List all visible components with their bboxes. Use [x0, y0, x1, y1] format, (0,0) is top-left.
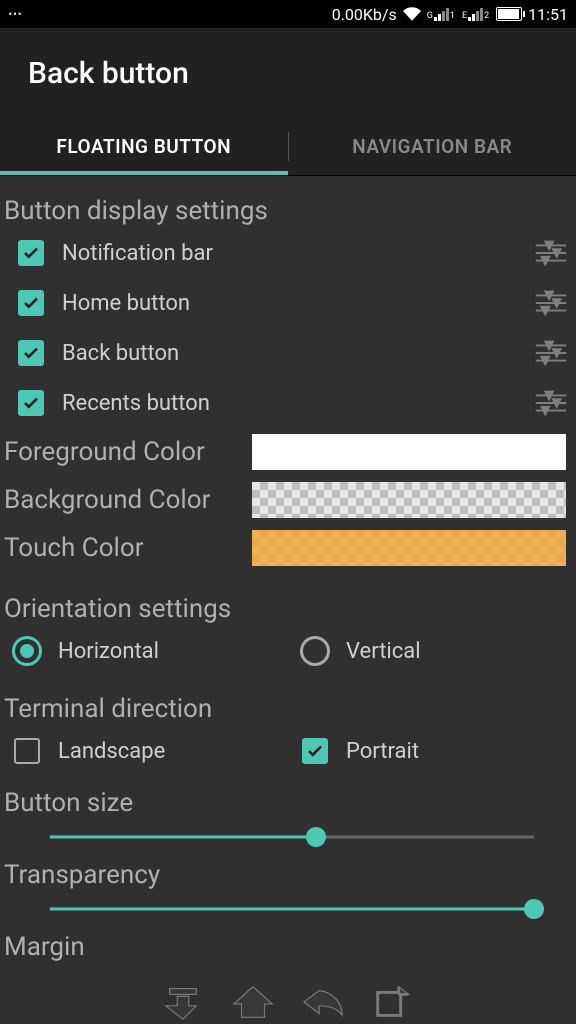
tab-navigation-bar[interactable]: NAVIGATION BAR: [289, 118, 576, 175]
row-back-button[interactable]: Back button: [0, 328, 576, 378]
sim1-net-label: G: [427, 11, 433, 21]
section-transparency: Transparency: [4, 860, 572, 890]
battery-icon: [496, 7, 522, 21]
clock: 11:51: [528, 5, 568, 24]
radio-row-vertical[interactable]: Vertical: [288, 626, 576, 676]
checkbox-home-button[interactable]: [18, 290, 44, 316]
radio-label: Horizontal: [58, 639, 159, 664]
nav-back-button[interactable]: [293, 982, 353, 1022]
section-margin: Margin: [4, 932, 572, 962]
radio-label: Vertical: [346, 639, 421, 664]
radio-row-horizontal[interactable]: Horizontal: [0, 626, 288, 676]
row-touch-color[interactable]: Touch Color: [0, 524, 576, 572]
sim1-signal-icon: [434, 7, 449, 21]
row-label: Back button: [62, 341, 179, 366]
network-speed: 0.00Kb/s: [332, 5, 397, 24]
radio-horizontal[interactable]: [12, 636, 42, 666]
checkbox-back-button[interactable]: [18, 340, 44, 366]
sim2-sub: 2: [484, 11, 489, 21]
tab-floating-button[interactable]: FLOATING BUTTON: [0, 118, 288, 175]
nav-recents-button[interactable]: [363, 982, 423, 1022]
row-label: Portrait: [346, 739, 419, 764]
check-row-portrait[interactable]: Portrait: [288, 726, 576, 776]
overflow-dots-icon: ⋯: [8, 6, 23, 22]
sliders-icon[interactable]: [532, 337, 570, 369]
tab-bar: FLOATING BUTTON NAVIGATION BAR: [0, 118, 576, 176]
check-row-landscape[interactable]: Landscape: [0, 726, 288, 776]
row-home-button[interactable]: Home button: [0, 278, 576, 328]
settings-content[interactable]: Button display settings Notification bar…: [0, 176, 576, 1024]
sim1-sub: 1: [450, 11, 455, 21]
color-label: Touch Color: [4, 533, 252, 563]
row-recents-button[interactable]: Recents button: [0, 378, 576, 428]
row-label: Recents button: [62, 391, 210, 416]
section-button-display: Button display settings: [0, 192, 576, 228]
background-color-swatch[interactable]: [252, 482, 566, 518]
floating-nav-bar: [0, 978, 576, 1024]
tab-label: NAVIGATION BAR: [352, 135, 512, 158]
nav-home-button[interactable]: [223, 982, 283, 1022]
sim2-signal-icon: [468, 7, 483, 21]
row-background-color[interactable]: Background Color: [0, 476, 576, 524]
checkbox-portrait[interactable]: [302, 738, 328, 764]
sliders-icon[interactable]: [532, 237, 570, 269]
touch-color-swatch[interactable]: [252, 530, 566, 566]
sliders-icon[interactable]: [532, 387, 570, 419]
checkbox-notification-bar[interactable]: [18, 240, 44, 266]
radio-vertical[interactable]: [300, 636, 330, 666]
slider-button-size[interactable]: [50, 822, 534, 852]
section-button-size: Button size: [4, 788, 572, 818]
row-notification-bar[interactable]: Notification bar: [0, 228, 576, 278]
row-label: Home button: [62, 291, 190, 316]
color-label: Background Color: [4, 485, 252, 515]
app-header: Back button: [0, 28, 576, 118]
sim2-net-label: E: [462, 11, 467, 21]
row-label: Landscape: [58, 739, 165, 764]
slider-transparency[interactable]: [50, 894, 534, 924]
foreground-color-swatch[interactable]: [252, 434, 566, 470]
wifi-icon: [403, 5, 421, 23]
status-bar: ⋯ 0.00Kb/s G 1 E 2 11:51: [0, 0, 576, 28]
row-label: Notification bar: [62, 241, 213, 266]
nav-pull-down-button[interactable]: [153, 982, 213, 1022]
checkbox-recents-button[interactable]: [18, 390, 44, 416]
section-terminal-direction: Terminal direction: [0, 690, 576, 726]
section-orientation: Orientation settings: [0, 590, 576, 626]
color-label: Foreground Color: [4, 437, 252, 467]
page-title: Back button: [28, 56, 189, 91]
sliders-icon[interactable]: [532, 287, 570, 319]
checkbox-landscape[interactable]: [14, 738, 40, 764]
tab-label: FLOATING BUTTON: [56, 135, 231, 158]
row-foreground-color[interactable]: Foreground Color: [0, 428, 576, 476]
